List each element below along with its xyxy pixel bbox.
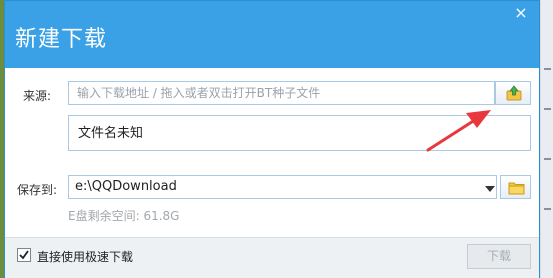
save-to-label: 保存到: xyxy=(17,183,58,197)
chevron-down-icon[interactable] xyxy=(485,186,495,192)
close-button[interactable]: × xyxy=(509,3,533,23)
fast-download-checkbox[interactable] xyxy=(17,248,31,262)
source-label: 来源: xyxy=(23,89,52,103)
save-path-select[interactable]: e:\QQDownload xyxy=(68,175,497,199)
folder-icon xyxy=(508,182,525,195)
dialog-footer: 直接使用极速下载 下载 xyxy=(5,237,539,278)
checkmark-icon xyxy=(19,250,29,260)
fast-download-label[interactable]: 直接使用极速下载 xyxy=(37,248,133,265)
filename-field[interactable]: 文件名未知 xyxy=(68,115,531,151)
download-url-input[interactable]: 输入下载地址 / 拖入或者双击打开BT种子文件 xyxy=(68,81,495,105)
dialog-title: 新建下载 xyxy=(15,27,108,52)
background-mark xyxy=(544,108,551,110)
background-mark xyxy=(544,208,551,210)
background-mark xyxy=(544,158,551,160)
choose-folder-button[interactable] xyxy=(500,175,531,199)
background-mark xyxy=(544,68,551,70)
new-download-dialog: 新建下载 × 来源: 输入下载地址 / 拖入或者双击打开BT种子文件 文件名未知… xyxy=(4,0,540,278)
free-space-text: E盘剩余空间: 61.8G xyxy=(68,209,180,223)
background-app-right-strip xyxy=(541,0,553,278)
download-button[interactable]: 下载 xyxy=(467,244,531,269)
upload-folder-icon xyxy=(506,85,522,101)
dialog-titlebar[interactable]: 新建下载 × xyxy=(5,1,539,68)
browse-torrent-button[interactable] xyxy=(495,81,531,105)
